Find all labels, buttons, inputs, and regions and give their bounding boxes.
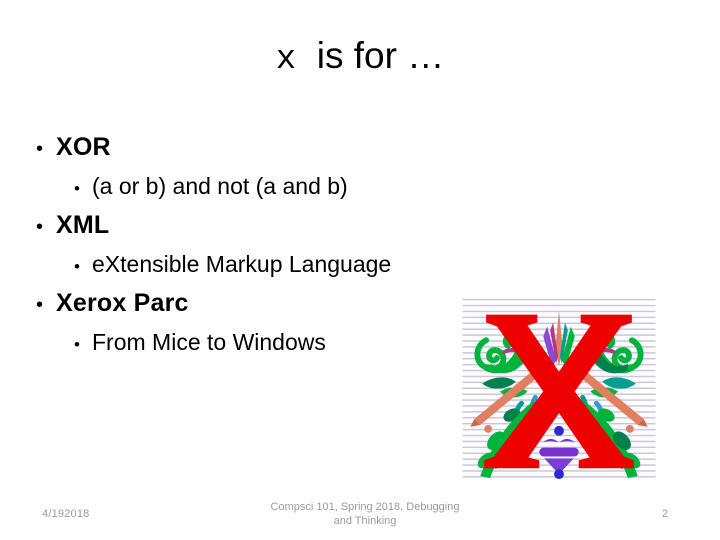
list-item-label: XOR [56, 133, 111, 161]
footer-date: 4/192018 [42, 508, 90, 520]
bullet-marker-icon: • [36, 294, 44, 316]
bullet-list: • XOR • (a or b) and not (a and b) • XML… [26, 128, 496, 362]
slide-title: x is for … [36, 34, 684, 82]
list-item: • XML [36, 206, 496, 244]
list-item: • eXtensible Markup Language [74, 245, 496, 283]
list-item-label: eXtensible Markup Language [92, 251, 392, 277]
slide-canvas: x is for … • XOR • (a or b) and not (a a… [0, 0, 720, 540]
footer-course-text: Compsci 101, Spring 2018, Debugging and … [220, 500, 510, 528]
bullet-marker-icon: • [74, 257, 80, 276]
bullet-marker-icon: • [36, 216, 44, 238]
bullet-marker-icon: • [36, 138, 44, 160]
title-letter: x [275, 41, 297, 79]
bullet-marker-icon: • [74, 179, 80, 198]
title-rest: is for … [296, 35, 445, 76]
illuminated-letter-x-image [460, 293, 658, 485]
illuminated-x-artwork [462, 295, 656, 483]
bullet-marker-icon: • [74, 335, 80, 354]
title-text-line: x is for … [36, 34, 684, 82]
list-item-label: (a or b) and not (a and b) [92, 173, 348, 199]
footer-course-line-1: Compsci 101, Spring 2018, Debugging [270, 501, 460, 513]
list-item-label: Xerox Parc [56, 289, 189, 317]
list-item-label: From Mice to Windows [92, 329, 326, 355]
footer-course-line-2: and Thinking [333, 515, 397, 527]
list-item: • From Mice to Windows [74, 323, 496, 361]
list-item: • (a or b) and not (a and b) [74, 167, 496, 205]
list-item-label: XML [56, 211, 110, 239]
list-item: • XOR [36, 128, 496, 166]
slide-number: 2 [661, 508, 669, 520]
list-item: • Xerox Parc [36, 284, 496, 322]
